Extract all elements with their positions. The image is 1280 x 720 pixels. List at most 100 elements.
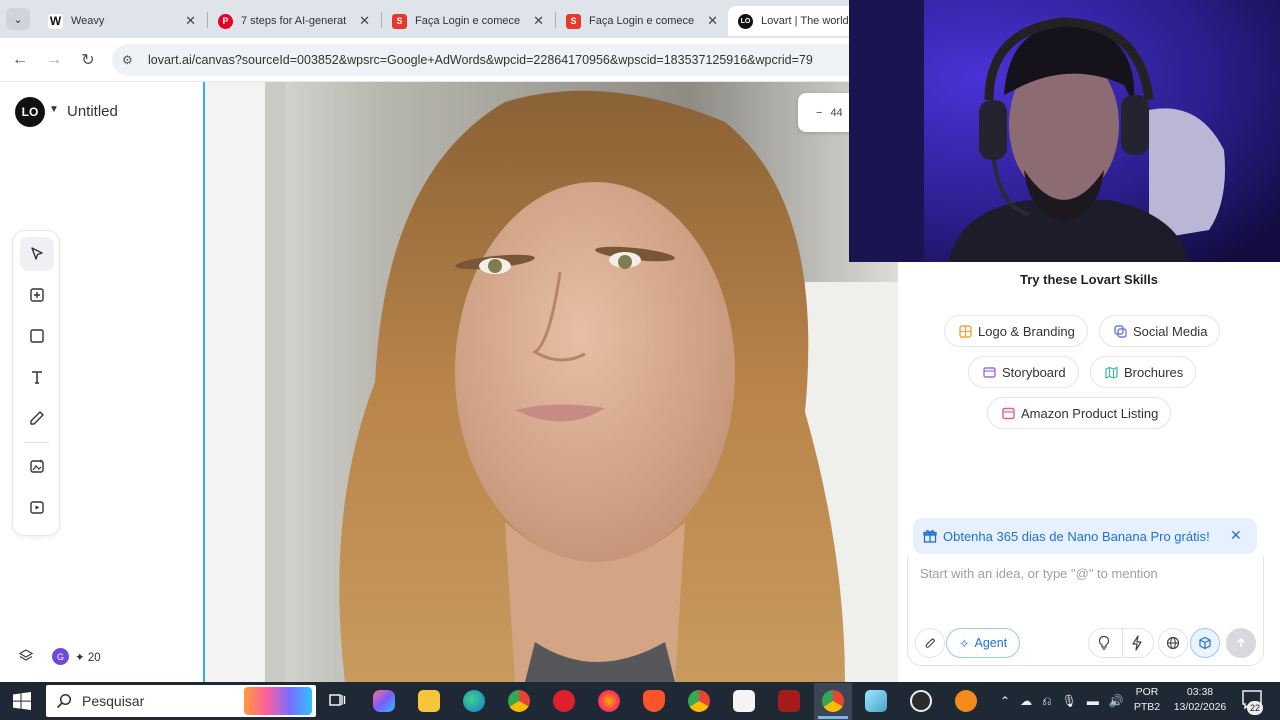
credits-counter[interactable]: ✦ 20 [75,650,101,664]
layers-icon[interactable] [18,648,34,664]
language-indicator[interactable]: POR PTB2 [1132,685,1162,715]
davinci-icon[interactable] [778,690,800,712]
copilot-icon[interactable] [373,690,395,712]
assistant-panel: Try these Lovart Skills Logo & Branding … [898,262,1280,682]
edge-icon[interactable] [463,690,485,712]
taskbar-search[interactable]: Pesquisar [46,685,316,717]
attach-button[interactable] [915,628,945,658]
pen-tool[interactable] [20,401,54,435]
frame-tool[interactable] [20,278,54,312]
text-tool[interactable] [20,360,54,394]
video-generator-tool[interactable] [20,490,54,524]
sparkle-icon: ✧ [959,636,970,651]
back-button[interactable]: ← [8,48,32,72]
composer-tool-group [1088,628,1154,658]
skill-chip-storyboard[interactable]: Storyboard [968,356,1079,388]
arrow-right-icon: → [46,51,62,68]
usb-icon[interactable]: ⎌ [1042,694,1052,709]
lovart-logo[interactable]: LO [15,97,45,127]
close-tab-icon[interactable]: ✕ [185,13,196,29]
browser-tab[interactable]: W Weavy ✕ [38,6,206,36]
search-highlight-art [244,687,312,715]
microphone-icon[interactable]: 🎙 [1062,694,1077,708]
select-tool[interactable] [20,237,54,271]
logo-branding-icon [958,324,972,338]
image-generator-tool[interactable] [20,449,54,483]
cursor-arrow-icon [31,247,43,260]
pinterest-icon: P [218,13,233,29]
address-bar[interactable]: ⚙ lovart.ai/canvas?sourceId=003852&wpsrc… [112,44,872,76]
social-media-icon [1113,324,1127,338]
arrow-left-icon: ← [12,51,28,68]
opera-icon[interactable] [553,690,575,712]
shape-tool[interactable] [20,319,54,353]
reload-icon: ↻ [81,52,95,69]
obs-icon[interactable] [910,690,932,712]
chat-composer: ✧ Agent [907,556,1264,666]
site-settings-icon[interactable]: ⚙ [122,53,138,67]
zoom-out-button[interactable]: − [816,107,822,119]
skill-chip-amazon-product-listing[interactable]: Amazon Product Listing [987,397,1172,429]
skill-chip-logo-branding[interactable]: Logo & Branding [944,315,1088,347]
web-search-button[interactable] [1158,628,1188,658]
notepad-icon[interactable] [865,690,887,712]
network-icon[interactable]: ▬ [1087,694,1099,708]
skill-chip-brochures[interactable]: Brochures [1090,356,1197,388]
divider [1122,629,1123,657]
add-frame-icon [30,288,44,302]
promo-banner[interactable]: Obtenha 365 dias de Nano Banana Pro grát… [913,518,1257,554]
skill-chip-social-media[interactable]: Social Media [1099,315,1221,347]
weavy-w-icon: W [48,13,63,29]
paperclip-icon [925,638,935,648]
firefox-icon[interactable] [598,690,620,712]
chrome-profile-icon[interactable] [688,690,710,712]
time: 03:38 [1186,686,1214,698]
fast-mode-button[interactable] [1131,635,1143,656]
close-tab-icon[interactable]: ✕ [359,13,370,29]
zoom-level[interactable]: 44 [830,107,842,119]
forward-button[interactable]: → [42,48,66,72]
close-tab-icon[interactable]: ✕ [533,13,544,29]
close-icon[interactable]: ✕ [1230,527,1242,544]
idea-button[interactable] [1097,635,1111,656]
chevron-up-icon[interactable]: ⌃ [1000,694,1010,708]
document-title[interactable]: Untitled [67,103,118,120]
volume-icon[interactable]: 🔊 [1109,694,1124,708]
red-bag-icon: S [392,13,407,29]
chrome-active-icon[interactable] [822,690,844,712]
windows-start-icon[interactable] [13,692,31,710]
agent-mode-button[interactable]: ✧ Agent [946,628,1021,658]
avatar[interactable]: G [52,648,69,665]
close-tab-icon[interactable]: ✕ [707,13,718,29]
cube-icon [1199,636,1211,650]
browser-tab[interactable]: S Faça Login e comece ✕ [382,6,554,36]
tool-divider [25,442,49,443]
tab-search-button[interactable]: ⌄ [6,8,30,30]
model-select-button[interactable] [1190,628,1220,658]
red-bag-icon: S [566,13,581,29]
pencil-icon [30,411,44,425]
capcut-icon[interactable] [733,690,755,712]
clock[interactable]: 03:38 13/02/2026 [1168,685,1232,715]
brave-icon[interactable] [643,690,665,712]
lovart-icon: LO [738,13,753,29]
active-indicator [818,716,848,719]
browser-tab[interactable]: S Faça Login e comece ✕ [556,6,728,36]
canvas-image[interactable] [205,82,898,682]
file-explorer-icon[interactable] [418,690,440,712]
send-button[interactable] [1226,628,1256,658]
reload-button[interactable]: ↻ [76,48,100,72]
browser-tab[interactable]: P 7 steps for AI-generat ✕ [208,6,380,36]
browser-tab-active[interactable]: LO Lovart | The world [728,6,858,36]
chrome-icon[interactable] [508,690,530,712]
gift-icon [923,529,937,543]
task-view-icon[interactable] [328,691,346,714]
chevron-down-icon[interactable]: ▼ [49,104,59,115]
notification-badge: 22 [1247,701,1263,715]
chat-input[interactable] [920,566,1250,581]
storyboard-icon [982,365,996,379]
search-label: Pesquisar [82,693,145,709]
cloud-icon[interactable]: ☁ [1020,694,1032,708]
brochure-map-icon [1104,365,1118,379]
app-notify-icon[interactable] [955,690,977,712]
